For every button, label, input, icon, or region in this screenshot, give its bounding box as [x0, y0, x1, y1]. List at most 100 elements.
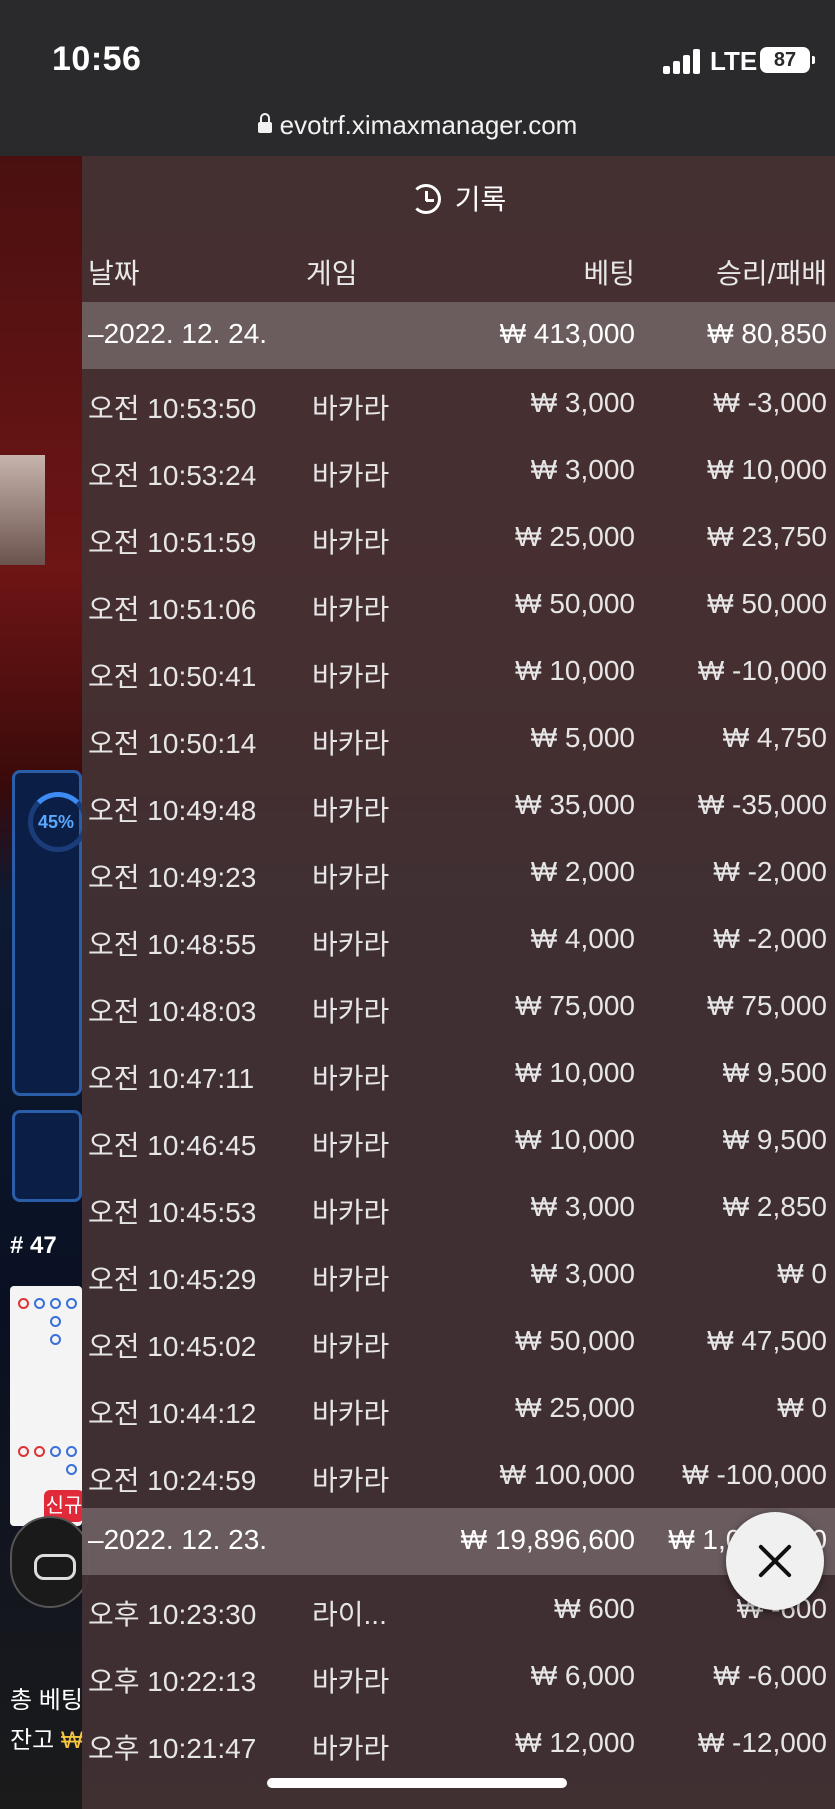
row-bet: ₩ 3,000: [530, 454, 635, 485]
row-result: ₩ 2,850: [722, 1191, 827, 1222]
network-label: LTE: [710, 46, 758, 76]
row-bet: ₩ 35,000: [515, 789, 635, 820]
modal-title-text: 기록: [454, 184, 507, 215]
history-row[interactable]: 오전 10:48:03 바카라 ₩ 75,000 ₩ 75,000: [82, 972, 835, 1039]
url-text: evotrf.ximaxmanager.com: [279, 110, 578, 140]
row-result: ₩ -35,000: [697, 789, 827, 820]
history-row[interactable]: 오후 10:22:13 바카라 ₩ 6,000 ₩ -6,000: [82, 1642, 835, 1709]
row-result: ₩ 10,000: [707, 454, 827, 485]
address-bar[interactable]: evotrf.ximaxmanager.com: [0, 100, 835, 156]
history-row[interactable]: 오전 10:48:55 바카라 ₩ 4,000 ₩ -2,000: [82, 905, 835, 972]
history-row[interactable]: 오전 10:49:23 바카라 ₩ 2,000 ₩ -2,000: [82, 838, 835, 905]
row-time: 오전 10:50:14: [88, 728, 257, 759]
row-result: ₩ 4,750: [722, 722, 827, 753]
history-row[interactable]: 오전 10:51:59 바카라 ₩ 25,000 ₩ 23,750: [82, 503, 835, 570]
balance-label: 잔고: [10, 1727, 55, 1754]
row-result: ₩ 0: [777, 1258, 827, 1289]
row-game: 바카라: [312, 594, 390, 625]
history-row[interactable]: 오전 10:24:59 바카라 ₩ 100,000 ₩ -100,000: [82, 1441, 835, 1508]
date-group-row[interactable]: –2022. 12. 24. ₩ 413,000 ₩ 80,850: [82, 302, 835, 369]
row-time: 오전 10:45:02: [88, 1331, 257, 1362]
row-time: 오전 10:46:45: [88, 1130, 257, 1161]
column-date: 날짜: [88, 258, 140, 289]
history-row[interactable]: 오후 10:23:30 라이... ₩ 600 ₩ -600: [82, 1575, 835, 1642]
row-time: 오전 10:48:03: [88, 996, 257, 1027]
row-game: 바카라: [312, 460, 390, 491]
close-icon[interactable]: [726, 1512, 824, 1610]
row-bet: ₩ 10,000: [515, 655, 635, 686]
history-row[interactable]: 오전 10:45:29 바카라 ₩ 3,000 ₩ 0: [82, 1240, 835, 1307]
history-row[interactable]: 오전 10:44:12 바카라 ₩ 25,000 ₩ 0: [82, 1374, 835, 1441]
chip-button[interactable]: [10, 1516, 90, 1608]
history-row[interactable]: 오전 10:45:53 바카라 ₩ 3,000 ₩ 2,850: [82, 1173, 835, 1240]
history-row[interactable]: 오후 10:21:47 바카라 ₩ 12,000 ₩ -12,000: [82, 1709, 835, 1776]
history-row[interactable]: 오전 10:45:02 바카라 ₩ 50,000 ₩ 47,500: [82, 1307, 835, 1374]
row-result: ₩ -10,000: [697, 655, 827, 686]
history-row[interactable]: 오전 10:46:45 바카라 ₩ 10,000 ₩ 9,500: [82, 1106, 835, 1173]
row-result: ₩ -3,000: [713, 387, 827, 418]
history-modal: 기록 날짜 게임 베팅 승리/패배 –2022. 12. 24. ₩ 413,00…: [82, 156, 835, 1809]
card-shoe-image: [0, 455, 45, 565]
row-game: 바카라: [312, 1666, 390, 1697]
row-bet: ₩ 10,000: [515, 1124, 635, 1155]
row-time: 오전 10:51:59: [88, 527, 257, 558]
modal-title: 기록: [410, 178, 507, 218]
balance-currency: ₩: [60, 1727, 84, 1754]
row-time: 오전 10:24:59: [88, 1465, 257, 1496]
total-bet-label: 총 베팅: [10, 1687, 83, 1714]
url-display[interactable]: evotrf.ximaxmanager.com: [257, 110, 578, 141]
row-time: 오후 10:22:13: [88, 1666, 257, 1697]
row-game: 바카라: [312, 862, 390, 893]
row-bet: ₩ 3,000: [530, 387, 635, 418]
row-game: 바카라: [312, 1130, 390, 1161]
history-row[interactable]: 오전 10:49:48 바카라 ₩ 35,000 ₩ -35,000: [82, 771, 835, 838]
history-icon: [410, 184, 441, 214]
row-bet: ₩ 25,000: [515, 1392, 635, 1423]
signal-icon: [663, 48, 703, 74]
row-result: ₩ 47,500: [707, 1325, 827, 1356]
column-header: 날짜 게임 베팅 승리/패배: [82, 236, 835, 302]
history-list[interactable]: –2022. 12. 24. ₩ 413,000 ₩ 80,850 오전 10:53:…: [82, 302, 835, 1776]
column-game: 게임: [306, 258, 358, 289]
history-row[interactable]: 오전 10:53:50 바카라 ₩ 3,000 ₩ -3,000: [82, 369, 835, 436]
row-time: 오전 10:48:55: [88, 929, 257, 960]
row-time: 오전 10:45:53: [88, 1197, 257, 1228]
history-row[interactable]: 오전 10:51:06 바카라 ₩ 50,000 ₩ 50,000: [82, 570, 835, 637]
row-bet: ₩ 3,000: [530, 1191, 635, 1222]
row-result: ₩ 75,000: [707, 990, 827, 1021]
history-row[interactable]: 오전 10:47:11 바카라 ₩ 10,000 ₩ 9,500: [82, 1039, 835, 1106]
row-bet: ₩ 25,000: [515, 521, 635, 552]
row-bet: ₩ 3,000: [530, 1258, 635, 1289]
modal-header: 기록: [82, 156, 835, 236]
row-game: 바카라: [312, 1398, 390, 1429]
row-game: 바카라: [312, 1733, 390, 1764]
bet-panel-secondary[interactable]: [12, 1110, 82, 1202]
row-game: 바카라: [312, 1063, 390, 1094]
history-row[interactable]: 오전 10:50:14 바카라 ₩ 5,000 ₩ 4,750: [82, 704, 835, 771]
row-game: 바카라: [312, 1264, 390, 1295]
row-game: 바카라: [312, 527, 390, 558]
row-game: 바카라: [312, 393, 390, 424]
row-game: 바카라: [312, 795, 390, 826]
row-bet: ₩ 10,000: [515, 1057, 635, 1088]
row-time: 오전 10:50:41: [88, 661, 257, 692]
row-time: 오후 10:23:30: [88, 1599, 257, 1630]
row-result: ₩ 9,500: [722, 1124, 827, 1155]
history-row[interactable]: 오전 10:53:24 바카라 ₩ 3,000 ₩ 10,000: [82, 436, 835, 503]
history-row[interactable]: 오전 10:50:41 바카라 ₩ 10,000 ₩ -10,000: [82, 637, 835, 704]
progress-percent: 45%: [38, 812, 75, 832]
battery-icon: 87: [760, 47, 815, 73]
row-game: 바카라: [312, 728, 390, 759]
row-time: 오전 10:51:06: [88, 594, 257, 625]
row-time: 오전 10:53:24: [88, 460, 257, 491]
row-result: ₩ 50,000: [707, 588, 827, 619]
round-number: # 47: [10, 1232, 57, 1259]
group-total-win: ₩ 80,850: [707, 318, 827, 349]
row-time: 오전 10:44:12: [88, 1398, 257, 1429]
row-game: 바카라: [312, 1197, 390, 1228]
row-result: ₩ 9,500: [722, 1057, 827, 1088]
row-bet: ₩ 12,000: [515, 1727, 635, 1758]
date-group-row[interactable]: –2022. 12. 23.₩ 19,896,600₩ 1,000,000: [82, 1508, 835, 1575]
row-result: ₩ -100,000: [682, 1459, 827, 1490]
row-game: 바카라: [312, 929, 390, 960]
